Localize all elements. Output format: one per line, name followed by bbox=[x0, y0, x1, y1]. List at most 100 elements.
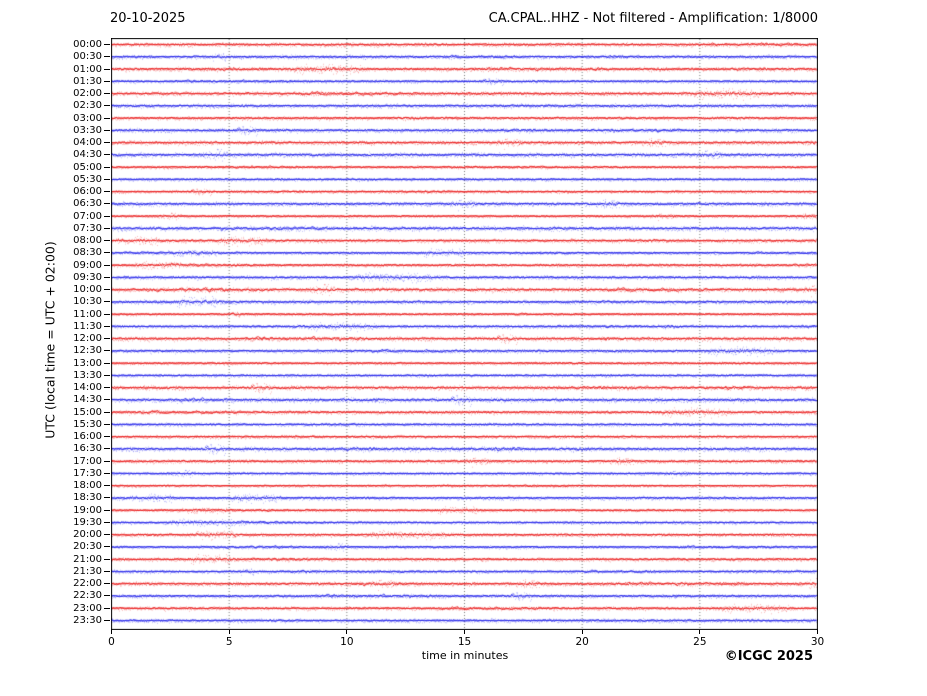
y-tick bbox=[104, 56, 110, 57]
y-axis-label: 17:30 bbox=[58, 468, 102, 479]
y-axis-label: 19:30 bbox=[58, 517, 102, 528]
y-tick bbox=[104, 289, 110, 290]
y-tick bbox=[104, 277, 110, 278]
y-axis-label: 19:00 bbox=[58, 505, 102, 516]
y-axis-label: 03:30 bbox=[58, 125, 102, 136]
x-tick bbox=[229, 630, 230, 634]
y-axis-label: 00:00 bbox=[58, 39, 102, 50]
y-tick bbox=[104, 265, 110, 266]
y-tick bbox=[104, 326, 110, 327]
y-axis-label: 02:00 bbox=[58, 88, 102, 99]
y-tick bbox=[104, 252, 110, 253]
x-axis-label: 30 bbox=[803, 636, 833, 648]
y-tick bbox=[104, 93, 110, 94]
y-tick bbox=[104, 44, 110, 45]
y-axis-label: 12:00 bbox=[58, 333, 102, 344]
y-tick bbox=[104, 461, 110, 462]
x-tick bbox=[817, 630, 818, 634]
y-tick bbox=[104, 216, 110, 217]
x-tick bbox=[699, 630, 700, 634]
y-tick bbox=[104, 105, 110, 106]
y-axis-label: 23:00 bbox=[58, 603, 102, 614]
y-tick bbox=[104, 301, 110, 302]
y-axis-label: 21:30 bbox=[58, 566, 102, 577]
y-tick bbox=[104, 534, 110, 535]
y-axis-label: 03:00 bbox=[58, 113, 102, 124]
y-axis-label: 13:30 bbox=[58, 370, 102, 381]
x-axis-label: 10 bbox=[332, 636, 362, 648]
y-axis-label: 20:30 bbox=[58, 541, 102, 552]
y-axis-label: 18:30 bbox=[58, 492, 102, 503]
y-tick bbox=[104, 118, 110, 119]
y-tick bbox=[104, 424, 110, 425]
y-axis-label: 14:30 bbox=[58, 394, 102, 405]
y-axis-label: 00:30 bbox=[58, 51, 102, 62]
y-axis-label: 23:30 bbox=[58, 615, 102, 626]
x-axis-label: 20 bbox=[567, 636, 597, 648]
y-tick bbox=[104, 240, 110, 241]
y-axis-label: 11:30 bbox=[58, 321, 102, 332]
y-tick bbox=[104, 448, 110, 449]
y-tick bbox=[104, 595, 110, 596]
y-tick bbox=[104, 142, 110, 143]
y-axis-label: 20:00 bbox=[58, 529, 102, 540]
y-axis-label: 07:00 bbox=[58, 211, 102, 222]
y-tick bbox=[104, 69, 110, 70]
y-axis-title: UTC (local time = UTC + 02:00) bbox=[43, 241, 58, 439]
y-tick bbox=[104, 473, 110, 474]
y-axis-label: 07:30 bbox=[58, 223, 102, 234]
y-tick bbox=[104, 191, 110, 192]
y-axis-label: 06:00 bbox=[58, 186, 102, 197]
y-tick bbox=[104, 510, 110, 511]
y-tick bbox=[104, 154, 110, 155]
y-tick bbox=[104, 203, 110, 204]
y-axis-label: 06:30 bbox=[58, 198, 102, 209]
y-tick bbox=[104, 130, 110, 131]
y-axis-label: 13:00 bbox=[58, 358, 102, 369]
x-axis-label: 15 bbox=[450, 636, 480, 648]
y-tick bbox=[104, 412, 110, 413]
y-axis-label: 15:00 bbox=[58, 407, 102, 418]
x-axis-title: time in minutes bbox=[404, 649, 526, 662]
y-axis-label: 09:00 bbox=[58, 260, 102, 271]
y-tick bbox=[104, 399, 110, 400]
plot-date: 20-10-2025 bbox=[110, 11, 186, 26]
y-axis-label: 08:00 bbox=[58, 235, 102, 246]
x-axis-label: 0 bbox=[97, 636, 127, 648]
y-axis-label: 17:00 bbox=[58, 456, 102, 467]
y-axis-label: 21:00 bbox=[58, 554, 102, 565]
y-tick bbox=[104, 559, 110, 560]
x-tick bbox=[346, 630, 347, 634]
y-axis-label: 05:00 bbox=[58, 162, 102, 173]
y-tick bbox=[104, 314, 110, 315]
y-tick bbox=[104, 387, 110, 388]
x-axis-label: 5 bbox=[214, 636, 244, 648]
y-tick bbox=[104, 81, 110, 82]
y-axis-label: 18:00 bbox=[58, 480, 102, 491]
y-tick bbox=[104, 485, 110, 486]
x-tick bbox=[464, 630, 465, 634]
y-axis-label: 16:00 bbox=[58, 431, 102, 442]
y-axis-label: 12:30 bbox=[58, 345, 102, 356]
x-tick bbox=[111, 630, 112, 634]
y-axis-label: 04:30 bbox=[58, 149, 102, 160]
y-axis-label: 02:30 bbox=[58, 100, 102, 111]
y-tick bbox=[104, 436, 110, 437]
y-tick bbox=[104, 179, 110, 180]
y-axis-label: 15:30 bbox=[58, 419, 102, 430]
y-axis-label: 01:30 bbox=[58, 76, 102, 87]
x-tick bbox=[582, 630, 583, 634]
y-axis-label: 10:00 bbox=[58, 284, 102, 295]
y-axis-label: 11:00 bbox=[58, 309, 102, 320]
copyright-credit: ©ICGC 2025 bbox=[725, 649, 813, 664]
x-axis-label: 25 bbox=[685, 636, 715, 648]
y-axis-label: 10:30 bbox=[58, 296, 102, 307]
y-tick bbox=[104, 167, 110, 168]
y-tick bbox=[104, 620, 110, 621]
trace-canvas bbox=[111, 38, 818, 630]
y-axis-label: 09:30 bbox=[58, 272, 102, 283]
y-tick bbox=[104, 497, 110, 498]
plot-title: CA.CPAL..HHZ - Not filtered - Amplificat… bbox=[489, 11, 818, 26]
y-tick bbox=[104, 571, 110, 572]
helicorder-page: 20-10-2025 CA.CPAL..HHZ - Not filtered -… bbox=[0, 0, 927, 696]
